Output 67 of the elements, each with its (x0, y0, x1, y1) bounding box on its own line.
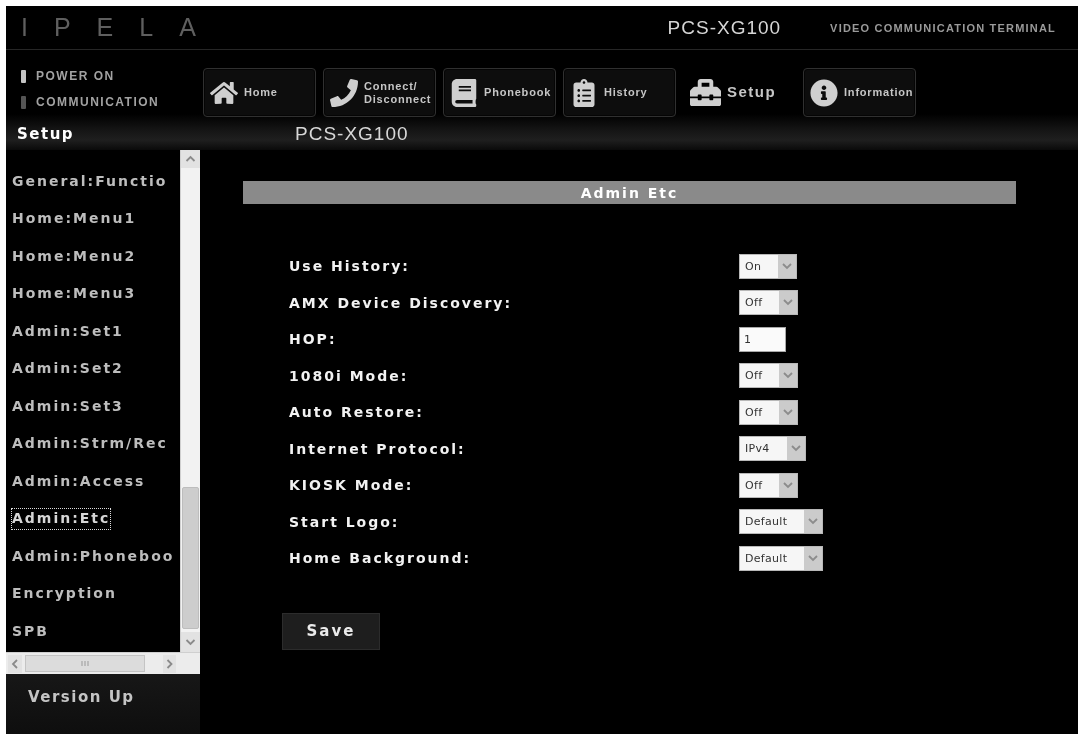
field-label: HOP: (289, 331, 337, 348)
field-label: Start Logo: (289, 513, 400, 530)
sidebar-link[interactable]: Encryption (11, 583, 118, 606)
dropdown[interactable]: Off (739, 399, 799, 425)
sidebar-link[interactable]: Admin:Strm/Rec (11, 433, 169, 456)
nav-button[interactable]: Information (803, 68, 916, 117)
dropdown[interactable]: IPv4 (739, 436, 806, 462)
sidebar-link[interactable]: General:Functio (11, 170, 169, 193)
chevron-down-icon (786, 437, 805, 461)
sidebar-link[interactable]: Admin:Set3 (11, 395, 125, 418)
sidebar-link[interactable]: SPB (11, 620, 50, 643)
sidebar-link[interactable]: Home:Menu1 (11, 208, 138, 231)
product-name: VIDEO COMMUNICATION TERMINAL (830, 21, 1056, 34)
chevron-right-icon[interactable] (163, 654, 176, 673)
scrollbar-thumb[interactable] (182, 487, 199, 629)
dropdown[interactable]: On (739, 253, 798, 279)
field-label: Auto Restore: (289, 404, 424, 421)
save-button[interactable]: Save (282, 612, 380, 650)
chevron-left-icon[interactable] (8, 654, 22, 673)
input-field[interactable]: 1 (739, 326, 786, 352)
page-title: Setup (17, 125, 75, 143)
sidebar-link[interactable]: Home:Menu3 (11, 283, 138, 306)
nav-button[interactable]: Home (203, 68, 316, 117)
sidebar-link[interactable]: Admin:Access (11, 470, 147, 493)
chevron-down-icon[interactable] (181, 632, 200, 652)
chevron-down-icon (779, 400, 798, 424)
nav-button[interactable]: History (563, 68, 676, 117)
sidebar-link[interactable]: Admin:Phoneboo (11, 545, 176, 568)
toolbox-icon (690, 77, 721, 108)
model-name: PCS-XG100 (667, 16, 782, 39)
chevron-down-icon (804, 546, 823, 570)
field-label: 1080i Mode: (289, 367, 409, 384)
chevron-down-icon (779, 291, 798, 315)
field-label: Home Background: (289, 550, 472, 567)
field-label: KIOSK Mode: (289, 477, 414, 494)
chevron-down-icon (779, 473, 798, 497)
dropdown[interactable]: Off (739, 363, 799, 389)
chevron-down-icon (778, 254, 797, 278)
dropdown[interactable]: Default (739, 545, 824, 571)
version-up-link[interactable]: Version Up (28, 688, 135, 706)
nav-button[interactable]: Phonebook (443, 68, 556, 117)
sidebar-link[interactable]: Admin:Set2 (11, 358, 125, 381)
chevron-down-icon (804, 510, 823, 534)
field-label: AMX Device Discovery: (289, 294, 513, 311)
book-icon (450, 78, 478, 107)
dropdown[interactable]: Default (739, 509, 824, 535)
dropdown[interactable]: Off (739, 290, 799, 316)
info-icon (810, 78, 838, 107)
logo: IPELA (21, 13, 222, 42)
dropdown[interactable]: Off (739, 472, 799, 498)
status-label: POWER ON (36, 69, 115, 83)
field-label: Internet Protocol: (289, 440, 466, 457)
chevron-up-icon[interactable] (181, 150, 200, 168)
status-label: COMMUNICATION (36, 95, 160, 109)
section-title: Admin Etc (243, 181, 1016, 204)
chevron-down-icon (779, 364, 798, 388)
sidebar-link[interactable]: Admin:Etc (11, 508, 112, 531)
phone-icon (330, 78, 358, 107)
sidebar-link[interactable]: Home:Menu2 (11, 245, 138, 268)
field-label: Use History: (289, 258, 410, 275)
scrollbar-thumb[interactable] (25, 655, 145, 672)
nav-button[interactable]: Connect/ Disconnect (323, 68, 436, 117)
sidebar-link[interactable]: Admin:Set1 (11, 320, 125, 343)
horizontal-scrollbar[interactable] (6, 652, 200, 674)
device-name: PCS-XG100 (295, 123, 409, 145)
nav-button[interactable]: Setup (683, 68, 796, 117)
vertical-scrollbar[interactable] (180, 150, 200, 652)
